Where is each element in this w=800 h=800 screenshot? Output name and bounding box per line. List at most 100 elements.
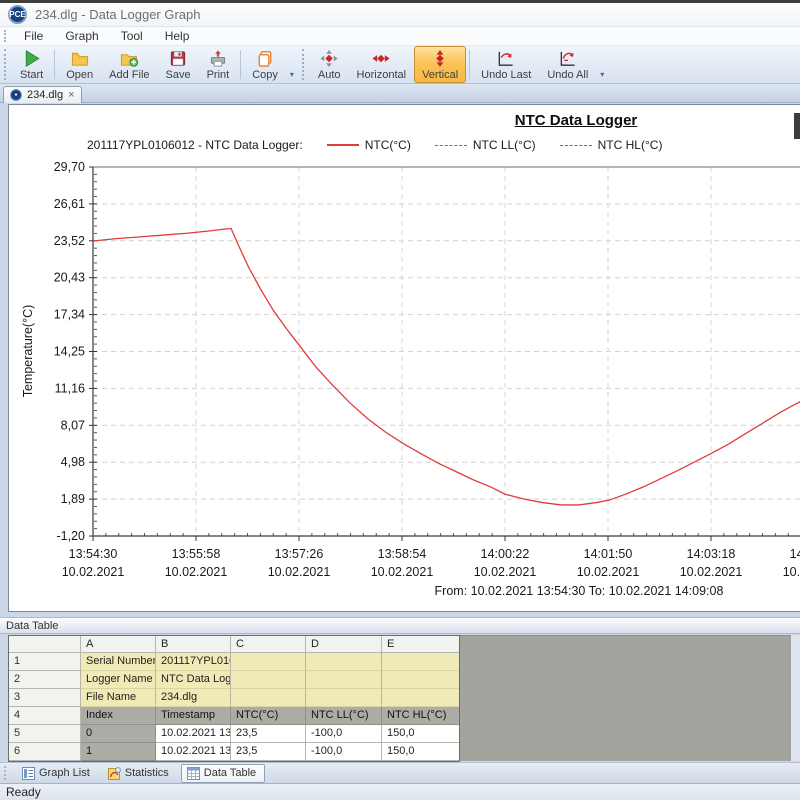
view-tabbar-grip[interactable]: [4, 766, 7, 780]
row-number[interactable]: 1: [9, 653, 81, 671]
table-cell[interactable]: NTC HL(°C): [382, 707, 459, 725]
undo-last-button[interactable]: Undo Last: [473, 46, 539, 83]
start-button[interactable]: Start: [12, 46, 51, 83]
col-header-b[interactable]: B: [156, 636, 231, 653]
table-cell[interactable]: 1: [81, 743, 156, 761]
graph-list-icon: [22, 767, 35, 780]
tab-close-icon[interactable]: ×: [68, 90, 74, 100]
table-cell[interactable]: 234.dlg: [156, 689, 231, 707]
titlebar: PCE 234.dlg - Data Logger Graph: [0, 3, 800, 27]
menu-file[interactable]: File: [13, 27, 54, 45]
tab-graph-list[interactable]: Graph List: [16, 764, 99, 783]
table-cell[interactable]: Serial Number: [81, 653, 156, 671]
table-cell[interactable]: Index: [81, 707, 156, 725]
col-header-c[interactable]: C: [231, 636, 306, 653]
svg-text:13:57:26: 13:57:26: [275, 547, 324, 561]
add-file-button[interactable]: Add File: [101, 46, 157, 83]
open-button[interactable]: Open: [58, 46, 101, 83]
copy-icon: [255, 49, 275, 68]
save-button[interactable]: Save: [158, 46, 199, 83]
data-table-scrollbar-track[interactable]: [791, 635, 800, 761]
zoom-vertical-button[interactable]: Vertical: [414, 46, 466, 83]
copy-button[interactable]: Copy: [244, 46, 286, 83]
toolbar-grip-2[interactable]: [302, 49, 305, 80]
undo-all-icon: [558, 49, 578, 68]
table-cell[interactable]: 10.02.2021 13:...: [156, 743, 231, 761]
menu-graph[interactable]: Graph: [54, 27, 109, 45]
data-table: A B C D E 1 Serial Number 201117YPL010..…: [8, 635, 460, 762]
svg-text:14,25: 14,25: [54, 345, 85, 359]
undo-all-button[interactable]: Undo All: [539, 46, 596, 83]
svg-text:1,89: 1,89: [61, 492, 85, 506]
menubar-grip[interactable]: [4, 30, 7, 43]
table-cell[interactable]: [306, 689, 382, 707]
table-cell[interactable]: NTC(°C): [231, 707, 306, 725]
table-cell[interactable]: 150,0: [382, 743, 459, 761]
table-cell[interactable]: [306, 653, 382, 671]
data-table-icon: [187, 767, 200, 780]
document-tab-234dlg[interactable]: ● 234.dlg ×: [3, 86, 82, 103]
table-cell[interactable]: 10.02.2021 13:...: [156, 725, 231, 743]
pce-logo-icon: PCE: [8, 5, 27, 24]
table-cell[interactable]: [382, 689, 459, 707]
table-cell[interactable]: [231, 653, 306, 671]
col-header-d[interactable]: D: [306, 636, 382, 653]
toolbar-grip-1[interactable]: [4, 49, 7, 80]
pce-tab-icon: ●: [10, 89, 22, 101]
table-cell[interactable]: 150,0: [382, 725, 459, 743]
table-cell[interactable]: 23,5: [231, 725, 306, 743]
window-title: 234.dlg - Data Logger Graph: [35, 7, 201, 22]
table-cell[interactable]: -100,0: [306, 743, 382, 761]
svg-text:10.02.2021: 10.02.2021: [268, 565, 331, 579]
copy-label: Copy: [252, 69, 278, 81]
col-header-corner[interactable]: [9, 636, 81, 653]
table-cell[interactable]: NTC LL(°C): [306, 707, 382, 725]
zoom-auto-button[interactable]: Auto: [310, 46, 349, 83]
row-number[interactable]: 4: [9, 707, 81, 725]
open-folder-icon: [70, 49, 90, 68]
tab-statistics[interactable]: Statistics: [102, 764, 178, 783]
tab-data-table[interactable]: Data Table: [181, 764, 265, 783]
row-number[interactable]: 3: [9, 689, 81, 707]
menubar: File Graph Tool Help: [0, 27, 800, 46]
menu-help[interactable]: Help: [154, 27, 201, 45]
table-cell[interactable]: [306, 671, 382, 689]
tab-graph-list-label: Graph List: [39, 767, 90, 779]
open-label: Open: [66, 69, 93, 81]
table-row: 5 0 10.02.2021 13:... 23,5 -100,0 150,0: [9, 725, 459, 743]
data-table-panel-header: Data Table: [0, 617, 800, 634]
row-number[interactable]: 5: [9, 725, 81, 743]
table-cell[interactable]: NTC Data Logger: [156, 671, 231, 689]
print-button[interactable]: Print: [199, 46, 238, 83]
toolbar: Start Open Add File Save Prin: [0, 46, 800, 84]
graph-vscrollbar-thumb[interactable]: [794, 113, 800, 139]
table-cell[interactable]: 23,5: [231, 743, 306, 761]
table-cell[interactable]: File Name: [81, 689, 156, 707]
svg-text:-1,20: -1,20: [57, 529, 86, 543]
toolbar-overflow-button[interactable]: ▾: [286, 46, 298, 83]
print-icon: [208, 49, 228, 68]
col-header-a[interactable]: A: [81, 636, 156, 653]
table-cell[interactable]: 201117YPL010...: [156, 653, 231, 671]
table-cell[interactable]: 0: [81, 725, 156, 743]
add-file-label: Add File: [109, 69, 149, 81]
table-cell[interactable]: [231, 689, 306, 707]
menu-tool[interactable]: Tool: [110, 27, 154, 45]
toolbar-overflow-button-2[interactable]: ▾: [596, 46, 608, 83]
svg-text:14:04:46: 14:04:46: [790, 547, 800, 561]
row-number[interactable]: 2: [9, 671, 81, 689]
col-header-e[interactable]: E: [382, 636, 459, 653]
svg-text:10.02.2021: 10.02.2021: [62, 565, 125, 579]
table-cell[interactable]: [382, 653, 459, 671]
svg-text:10.02.2021: 10.02.2021: [165, 565, 228, 579]
y-axis-title: Temperature(°C): [21, 281, 35, 421]
table-cell[interactable]: [231, 671, 306, 689]
table-cell[interactable]: -100,0: [306, 725, 382, 743]
svg-text:17,34: 17,34: [54, 308, 85, 322]
table-cell[interactable]: [382, 671, 459, 689]
table-cell[interactable]: Timestamp: [156, 707, 231, 725]
svg-text:13:54:30: 13:54:30: [69, 547, 118, 561]
zoom-horizontal-button[interactable]: Horizontal: [349, 46, 415, 83]
table-cell[interactable]: Logger Name: [81, 671, 156, 689]
row-number[interactable]: 6: [9, 743, 81, 761]
